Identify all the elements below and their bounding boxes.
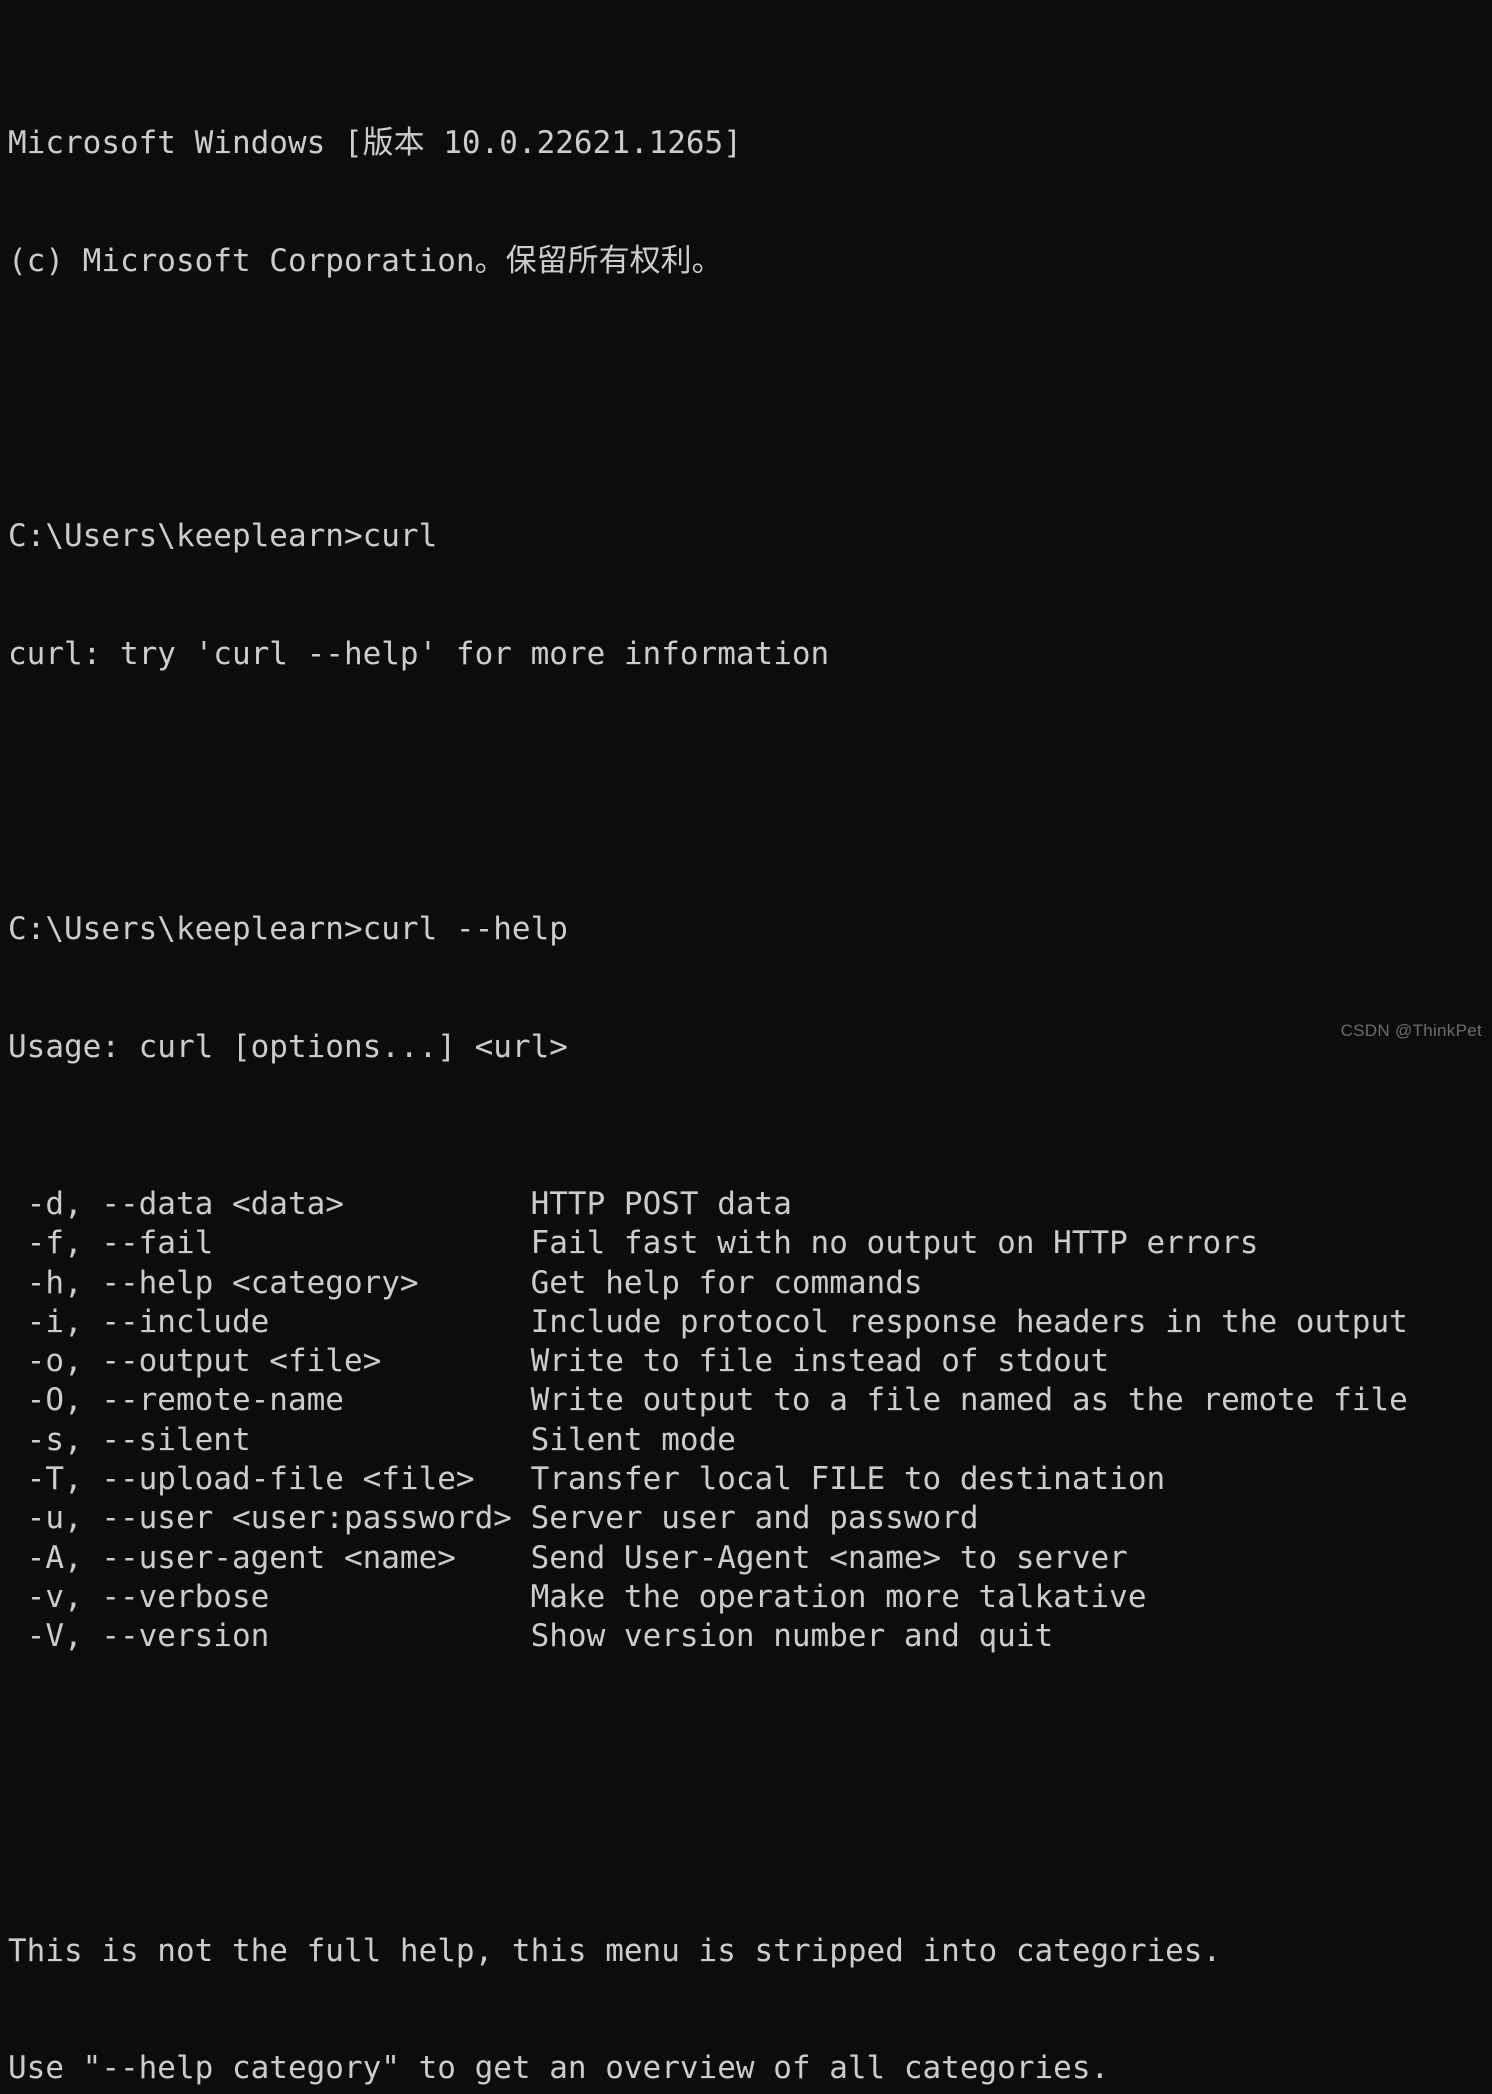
option-description: Transfer local FILE to destination — [530, 1460, 1166, 1497]
footer-note-1: This is not the full help, this menu is … — [8, 1932, 1222, 1969]
option-description: Silent mode — [530, 1421, 736, 1458]
option-flag: -h, --help <category> — [8, 1264, 419, 1301]
option-flag: -f, --fail — [8, 1225, 214, 1262]
option-row: -f, --fail Fail fast with no output on H… — [8, 1224, 1492, 1263]
option-flag: -O, --remote-name — [8, 1382, 344, 1419]
command-text: curl --help — [362, 910, 568, 947]
option-padding — [419, 1265, 531, 1301]
option-padding — [269, 1579, 530, 1615]
option-row: -d, --data <data> HTTP POST data — [8, 1185, 1492, 1224]
option-row: -O, --remote-name Write output to a file… — [8, 1381, 1492, 1420]
command-line-curl-help: C:\Users\keeplearn>curl --help — [8, 910, 1492, 949]
option-row: -u, --user <user:password> Server user a… — [8, 1499, 1492, 1538]
option-row: -i, --include Include protocol response … — [8, 1303, 1492, 1342]
prompt-path: C:\Users\keeplearn> — [8, 517, 363, 554]
option-padding — [475, 1461, 531, 1497]
option-row: -A, --user-agent <name> Send User-Agent … — [8, 1539, 1492, 1578]
option-description: Show version number and quit — [530, 1618, 1054, 1655]
option-padding — [381, 1343, 530, 1379]
option-flag: -i, --include — [8, 1303, 270, 1340]
option-description: Send User-Agent <name> to server — [530, 1539, 1128, 1576]
option-row: -T, --upload-file <file> Transfer local … — [8, 1460, 1492, 1499]
windows-copyright-line: (c) Microsoft Corporation。保留所有权利。 — [8, 242, 723, 279]
option-padding — [344, 1186, 531, 1222]
windows-version-line: Microsoft Windows [版本 10.0.22621.1265] — [8, 124, 742, 161]
option-row: -V, --version Show version number and qu… — [8, 1617, 1492, 1656]
option-flag: -A, --user-agent <name> — [8, 1539, 456, 1576]
option-description: Make the operation more talkative — [530, 1578, 1147, 1615]
option-padding — [213, 1225, 530, 1261]
option-description: Include protocol response headers in the… — [530, 1303, 1408, 1340]
option-flag: -V, --version — [8, 1618, 270, 1655]
option-row: -h, --help <category> Get help for comma… — [8, 1264, 1492, 1303]
option-flag: -o, --output <file> — [8, 1343, 382, 1380]
option-padding — [512, 1500, 531, 1536]
curl-options-list: -d, --data <data> HTTP POST data -f, --f… — [8, 1185, 1492, 1657]
option-flag: -d, --data <data> — [8, 1185, 344, 1222]
option-padding — [269, 1618, 530, 1654]
curl-error-output: curl: try 'curl --help' for more informa… — [8, 635, 830, 672]
option-row: -s, --silent Silent mode — [8, 1421, 1492, 1460]
option-description: Write output to a file named as the remo… — [530, 1382, 1408, 1419]
option-flag: -u, --user <user:password> — [8, 1500, 512, 1537]
command-text: curl — [362, 517, 438, 554]
option-flag: -v, --verbose — [8, 1578, 270, 1615]
usage-line: Usage: curl [options...] <url> — [8, 1028, 568, 1065]
csdn-watermark: CSDN @ThinkPet — [1340, 1021, 1482, 1040]
option-row: -o, --output <file> Write to file instea… — [8, 1342, 1492, 1381]
option-flag: -s, --silent — [8, 1421, 251, 1458]
option-description: Fail fast with no output on HTTP errors — [530, 1225, 1259, 1262]
option-description: Write to file instead of stdout — [530, 1343, 1110, 1380]
option-row: -v, --verbose Make the operation more ta… — [8, 1578, 1492, 1617]
terminal-window[interactable]: Microsoft Windows [版本 10.0.22621.1265] (… — [0, 0, 1492, 2086]
command-line-curl: C:\Users\keeplearn>curl — [8, 517, 1492, 556]
option-description: Server user and password — [530, 1500, 979, 1537]
option-flag: -T, --upload-file <file> — [8, 1460, 475, 1497]
option-padding — [456, 1540, 531, 1576]
option-padding — [269, 1304, 530, 1340]
option-description: HTTP POST data — [530, 1185, 792, 1222]
option-padding — [251, 1422, 531, 1458]
footer-note-2: Use "--help category" to get an overview… — [8, 2050, 1110, 2087]
option-description: Get help for commands — [530, 1264, 923, 1301]
prompt-path: C:\Users\keeplearn> — [8, 910, 363, 947]
option-padding — [344, 1382, 531, 1418]
